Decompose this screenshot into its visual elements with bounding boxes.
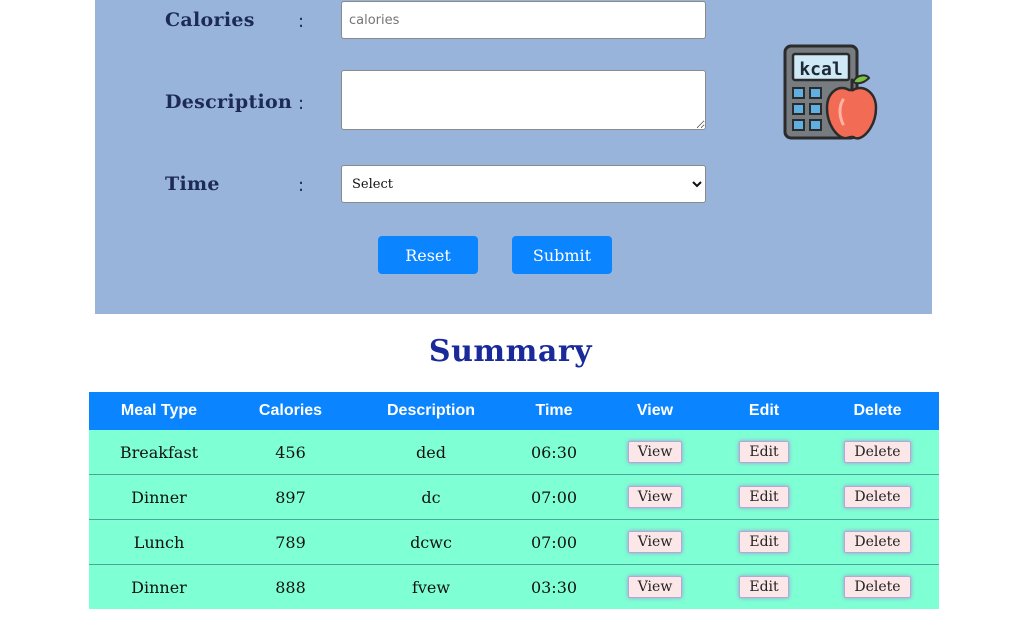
edit-button[interactable]: Edit [739,441,789,463]
cell-description: fvew [352,564,510,609]
cell-edit: Edit [712,519,816,565]
cell-description: ded [352,430,510,475]
cell-view: View [598,474,712,520]
delete-button[interactable]: Delete [844,441,911,463]
view-button[interactable]: View [627,576,683,598]
description-colon: : [298,93,305,114]
header-description: Description [352,392,510,430]
cell-edit: Edit [712,430,816,475]
calories-input[interactable] [341,1,706,39]
cell-view: View [598,430,712,475]
cell-delete: Delete [816,564,939,609]
cell-calories: 789 [229,519,352,565]
header-edit: Edit [712,392,816,430]
cell-meal-type: Lunch [89,519,229,565]
edit-button[interactable]: Edit [739,576,789,598]
header-view: View [598,392,712,430]
summary-table: Meal Type Calories Description Time View… [89,392,939,609]
calories-colon: : [298,11,305,32]
cell-description: dcwc [352,519,510,565]
cell-delete: Delete [816,430,939,475]
cell-time: 03:30 [510,564,598,609]
header-meal-type: Meal Type [89,392,229,430]
submit-button[interactable]: Submit [512,236,612,274]
view-button[interactable]: View [627,531,683,553]
delete-button[interactable]: Delete [844,531,911,553]
description-textarea[interactable] [341,70,706,130]
cell-meal-type: Dinner [89,474,229,520]
time-colon: : [298,175,305,196]
time-label: Time [165,173,220,195]
cell-delete: Delete [816,519,939,565]
edit-button[interactable]: Edit [739,531,789,553]
delete-button[interactable]: Delete [844,576,911,598]
kcal-text: kcal [799,59,842,80]
summary-title: Summary [428,334,593,369]
reset-button[interactable]: Reset [378,236,478,274]
table-row: Lunch 789 dcwc 07:00 View Edit Delete [89,519,939,565]
time-select[interactable]: Select [341,165,706,203]
cell-time: 07:00 [510,474,598,520]
view-button[interactable]: View [627,441,683,463]
cell-calories: 888 [229,564,352,609]
table-row: Breakfast 456 ded 06:30 View Edit Delete [89,430,939,475]
delete-button[interactable]: Delete [844,486,911,508]
cell-view: View [598,519,712,565]
cell-view: View [598,564,712,609]
cell-calories: 456 [229,430,352,475]
table-row: Dinner 888 fvew 03:30 View Edit Delete [89,564,939,609]
table-header-row: Meal Type Calories Description Time View… [89,392,939,430]
edit-button[interactable]: Edit [739,486,789,508]
kcal-calculator-apple-icon: kcal [783,44,878,140]
cell-meal-type: Breakfast [89,430,229,475]
header-delete: Delete [816,392,939,430]
cell-edit: Edit [712,564,816,609]
cell-description: dc [352,474,510,520]
cell-edit: Edit [712,474,816,520]
cell-meal-type: Dinner [89,564,229,609]
view-button[interactable]: View [627,486,683,508]
cell-time: 07:00 [510,519,598,565]
cell-time: 06:30 [510,430,598,475]
header-time: Time [510,392,598,430]
cell-calories: 897 [229,474,352,520]
meal-form-panel: Calories : Description : Time : Select R… [95,0,932,314]
cell-delete: Delete [816,474,939,520]
header-calories: Calories [229,392,352,430]
table-row: Dinner 897 dc 07:00 View Edit Delete [89,474,939,520]
description-label: Description [165,91,293,113]
calories-label: Calories [165,9,255,31]
